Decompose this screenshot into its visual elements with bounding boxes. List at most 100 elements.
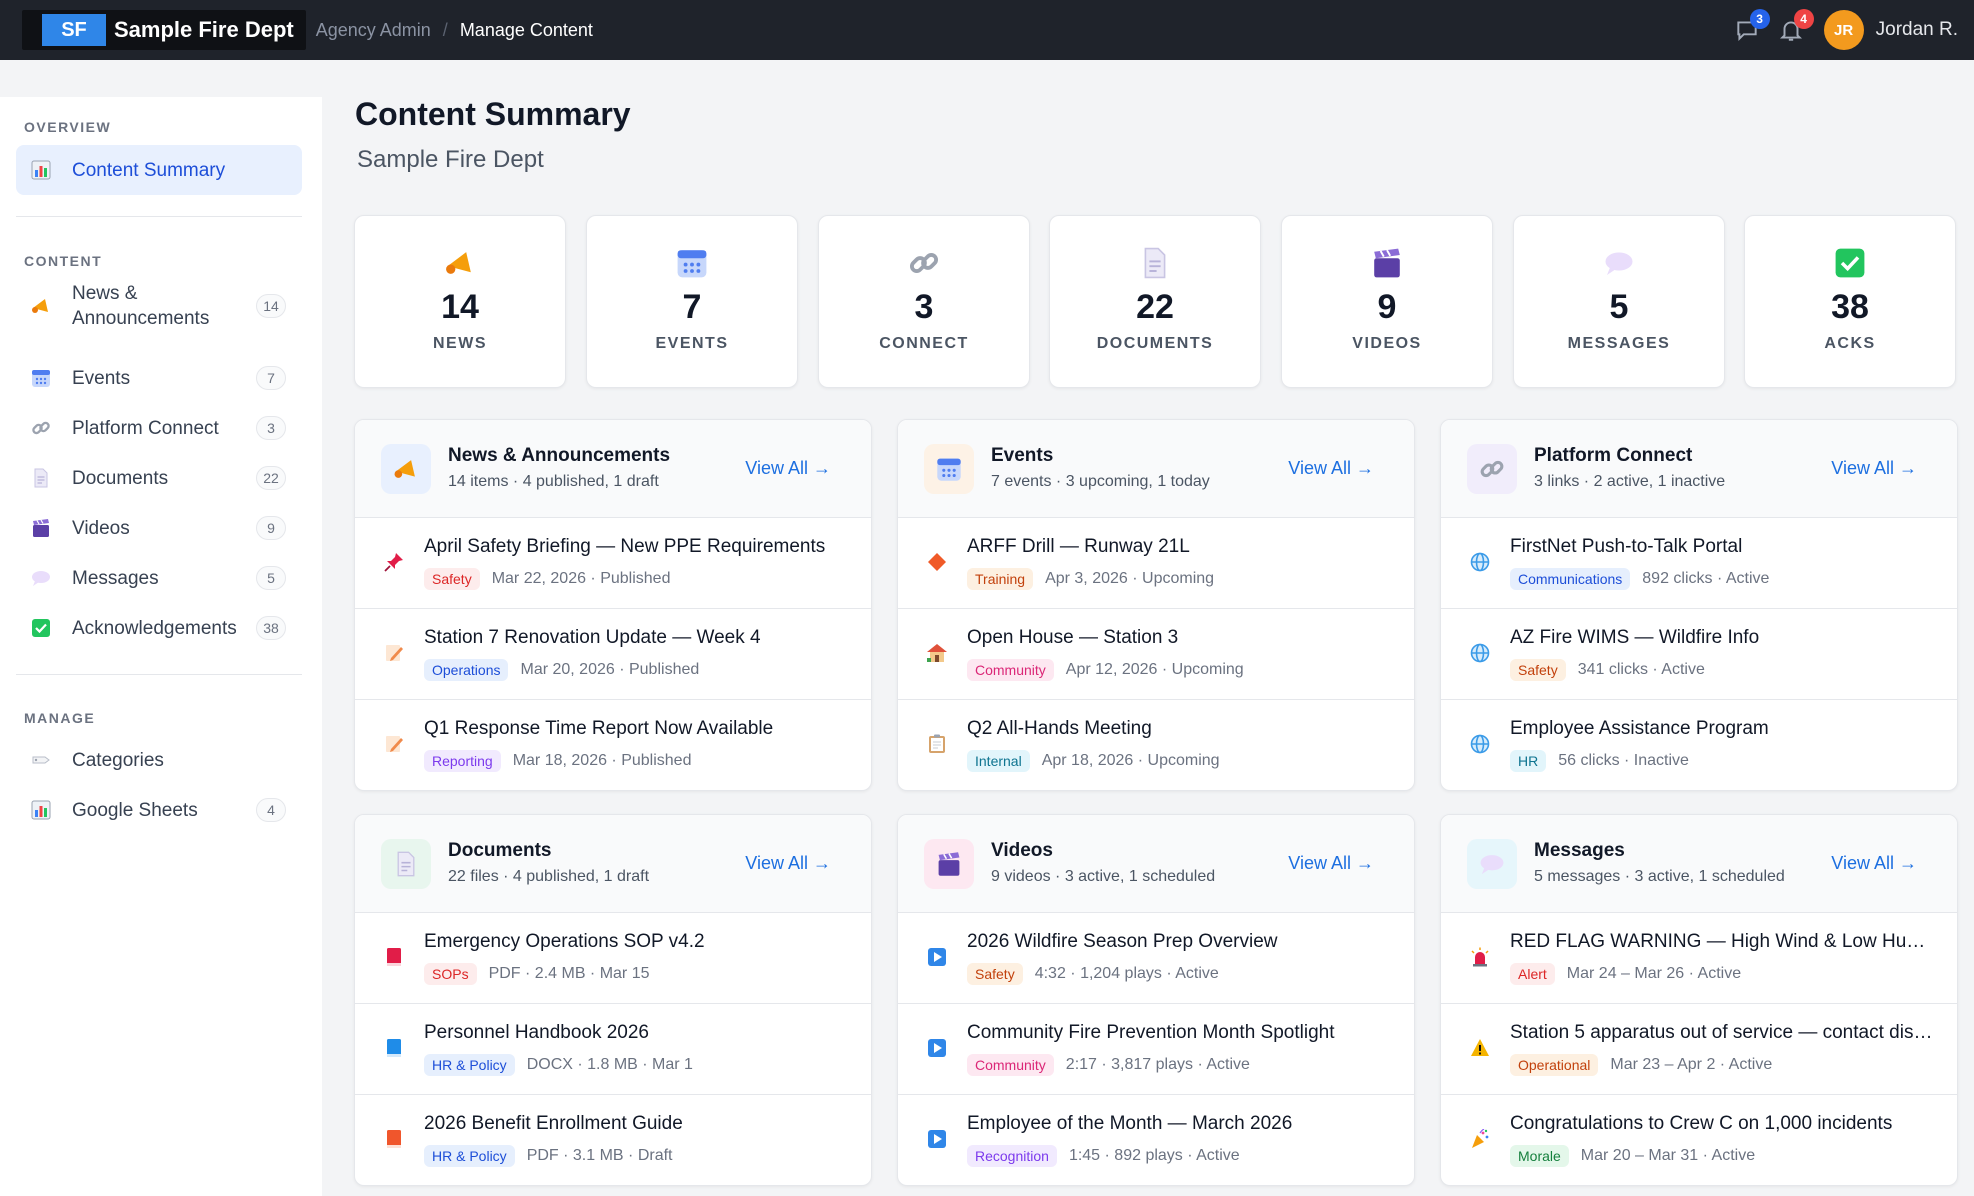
panel-subtitle: 3 links · 2 active, 1 inactive — [1534, 473, 1726, 490]
calendar-icon — [924, 444, 974, 494]
clapper-icon — [1370, 246, 1404, 280]
pin-icon — [383, 551, 405, 573]
item-meta: 892 clicks · Active — [1642, 570, 1770, 587]
chart-icon — [30, 799, 52, 821]
view-all-link[interactable]: View All → — [1831, 458, 1917, 479]
list-item[interactable]: RED FLAG WARNING — High Wind & Low Humid… — [1441, 913, 1957, 1004]
brand-home-link[interactable]: SF Sample Fire Dept — [22, 10, 306, 50]
stat-card-connect[interactable]: 3 CONNECT — [818, 215, 1030, 388]
stat-value: 9 — [1377, 288, 1397, 326]
view-all-link[interactable]: View All → — [1288, 853, 1374, 874]
stat-label: VIDEOS — [1352, 335, 1422, 352]
play-icon — [926, 1128, 948, 1150]
list-item[interactable]: 2026 Benefit Enrollment Guide HR & Polic… — [355, 1095, 871, 1185]
stat-card-events[interactable]: 7 EVENTS — [586, 215, 798, 388]
list-item[interactable]: Employee of the Month — March 2026 Recog… — [898, 1095, 1414, 1185]
item-title: FirstNet Push-to-Talk Portal — [1510, 536, 1743, 557]
item-meta: Mar 20, 2026 · Published — [520, 661, 700, 678]
house-icon — [926, 642, 948, 664]
list-item[interactable]: Q2 All-Hands Meeting Internal Apr 18, 202… — [898, 700, 1414, 790]
category-tag: Reporting — [424, 750, 501, 772]
siren-icon — [1469, 946, 1491, 968]
stat-card-messages[interactable]: 5 MESSAGES — [1513, 215, 1725, 388]
panel-subtitle: 5 messages · 3 active, 1 scheduled — [1534, 868, 1785, 885]
panel-title: Events — [991, 445, 1054, 466]
list-item[interactable]: Community Fire Prevention Month Spotligh… — [898, 1004, 1414, 1095]
view-all-link[interactable]: View All → — [1831, 853, 1917, 874]
sidebar-item-count: 22 — [256, 466, 286, 490]
stat-label: MESSAGES — [1567, 335, 1671, 352]
stat-value: 22 — [1136, 288, 1174, 326]
sidebar-item-documents[interactable]: Documents 22 — [16, 458, 302, 498]
checkbox-icon — [30, 617, 52, 639]
stat-card-videos[interactable]: 9 VIDEOS — [1281, 215, 1493, 388]
list-item[interactable]: Station 5 apparatus out of service — con… — [1441, 1004, 1957, 1095]
notifications-button[interactable]: 4 — [1776, 9, 1814, 45]
item-title: April Safety Briefing — New PPE Requirem… — [424, 536, 826, 557]
sidebar-item-count: 3 — [256, 416, 286, 440]
sidebar-item-events[interactable]: Events 7 — [16, 358, 302, 398]
megaphone-icon — [30, 295, 52, 317]
sidebar-item-count: 9 — [256, 516, 286, 540]
list-item[interactable]: Q1 Response Time Report Now Available Re… — [355, 700, 871, 790]
sidebar-item-content-summary[interactable]: Content Summary — [16, 145, 302, 195]
panel-events: Events 7 events · 3 upcoming, 1 today Vi… — [897, 419, 1415, 791]
category-tag: HR & Policy — [424, 1054, 515, 1076]
avatar[interactable]: JR — [1823, 10, 1864, 50]
clipboard-icon — [926, 733, 948, 755]
item-meta: Apr 3, 2026 · Upcoming — [1045, 570, 1215, 587]
list-item[interactable]: April Safety Briefing — New PPE Requirem… — [355, 518, 871, 609]
list-item[interactable]: Personnel Handbook 2026 HR & Policy DOCX … — [355, 1004, 871, 1095]
sidebar-item-platform-connect[interactable]: Platform Connect 3 — [16, 408, 302, 448]
book-red-icon — [383, 946, 405, 968]
category-tag: Community — [967, 1054, 1054, 1076]
list-item[interactable]: FirstNet Push-to-Talk Portal Communicati… — [1441, 518, 1957, 609]
stat-card-news[interactable]: 14 NEWS — [354, 215, 566, 388]
user-name[interactable]: Jordan R. — [1876, 19, 1958, 41]
stat-card-documents[interactable]: 22 DOCUMENTS — [1049, 215, 1261, 388]
stat-value: 7 — [682, 288, 702, 326]
view-all-link[interactable]: View All → — [745, 853, 831, 874]
breadcrumb-agency-admin[interactable]: Agency Admin — [316, 20, 431, 41]
list-item[interactable]: Employee Assistance Program HR 56 clicks … — [1441, 700, 1957, 790]
chat-button[interactable]: 3 — [1732, 9, 1770, 45]
category-tag: Operations — [424, 659, 509, 681]
sidebar-item-news[interactable]: News & Announcements 14 — [16, 281, 302, 331]
stat-card-acks[interactable]: 38 ACKS — [1744, 215, 1956, 388]
list-item[interactable]: 2026 Wildfire Season Prep Overview Safet… — [898, 913, 1414, 1004]
view-all-link[interactable]: View All → — [1288, 458, 1374, 479]
sidebar-item-acknowledgements[interactable]: Acknowledgements 38 — [16, 608, 302, 648]
sidebar-item-count: 38 — [256, 616, 286, 640]
sidebar-item-count: 5 — [256, 566, 286, 590]
category-tag: Recognition — [967, 1145, 1057, 1167]
play-icon — [926, 1037, 948, 1059]
list-item[interactable]: Station 7 Renovation Update — Week 4 Ope… — [355, 609, 871, 700]
list-item[interactable]: ARFF Drill — Runway 21L Training Apr 3, 2… — [898, 518, 1414, 609]
globe-icon — [1469, 551, 1491, 573]
sidebar-section-manage: MANAGE — [24, 710, 96, 726]
chart-icon — [30, 159, 52, 181]
sidebar-item-messages[interactable]: Messages 5 — [16, 558, 302, 598]
sidebar-item-categories[interactable]: Categories — [16, 740, 302, 780]
sidebar-item-google-sheets[interactable]: Google Sheets 4 — [16, 790, 302, 830]
list-item[interactable]: AZ Fire WIMS — Wildfire Info Safety 341 c… — [1441, 609, 1957, 700]
stat-label: DOCUMENTS — [1096, 335, 1214, 352]
breadcrumb-separator: / — [442, 19, 448, 40]
list-item[interactable]: Congratulations to Crew C on 1,000 incid… — [1441, 1095, 1957, 1185]
sidebar-item-videos[interactable]: Videos 9 — [16, 508, 302, 548]
tag-icon — [30, 749, 52, 771]
category-tag: Safety — [1510, 659, 1566, 681]
item-meta: Mar 18, 2026 · Published — [512, 752, 692, 769]
list-item[interactable]: Emergency Operations SOP v4.2 SOPs PDF · … — [355, 913, 871, 1004]
view-all-link[interactable]: View All → — [745, 458, 831, 479]
item-meta: PDF · 2.4 MB · Mar 15 — [488, 965, 650, 982]
list-item[interactable]: Open House — Station 3 Community Apr 12, … — [898, 609, 1414, 700]
panel-header: Messages 5 messages · 3 active, 1 schedu… — [1441, 815, 1957, 913]
item-title: Congratulations to Crew C on 1,000 incid… — [1510, 1113, 1893, 1134]
item-meta: 4:32 · 1,204 plays · Active — [1034, 965, 1219, 982]
category-tag: SOPs — [424, 963, 477, 985]
item-title: Q2 All-Hands Meeting — [967, 718, 1152, 739]
stat-value: 5 — [1609, 288, 1629, 326]
clapper-icon — [30, 517, 52, 539]
sidebar-item-label: Videos — [72, 517, 130, 539]
